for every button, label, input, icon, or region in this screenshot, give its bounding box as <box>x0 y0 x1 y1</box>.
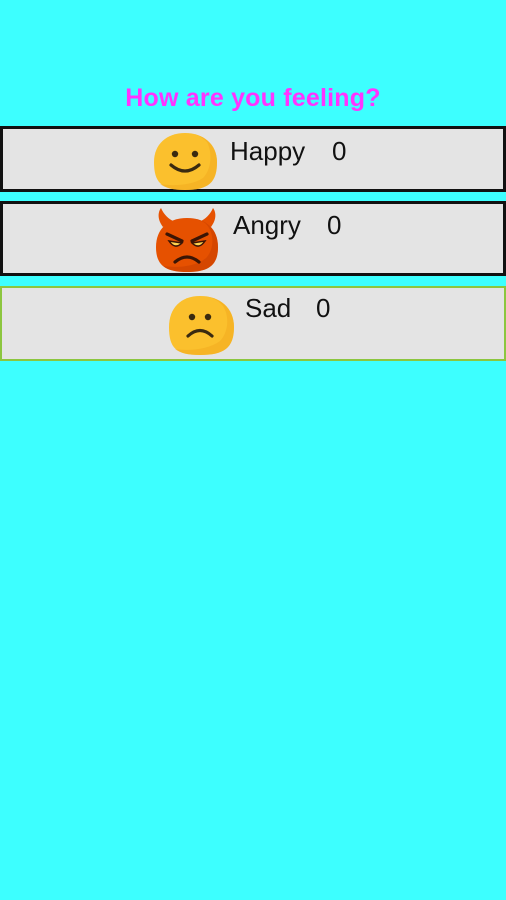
happy-face-icon <box>154 133 217 190</box>
sad-label: Sad <box>245 293 292 323</box>
happy-label: Happy <box>230 136 306 166</box>
angry-button[interactable]: Angry 0 <box>0 201 506 276</box>
angry-count: 0 <box>327 210 342 240</box>
sad-count: 0 <box>316 293 331 323</box>
sad-face-icon <box>169 296 234 355</box>
angry-label: Angry <box>233 210 301 240</box>
sad-button[interactable]: Sad 0 <box>0 286 506 361</box>
page-title: How are you feeling? <box>125 84 381 112</box>
happy-count: 0 <box>332 136 347 166</box>
happy-button[interactable]: Happy 0 <box>0 126 506 192</box>
angry-devil-face-icon <box>156 208 218 272</box>
